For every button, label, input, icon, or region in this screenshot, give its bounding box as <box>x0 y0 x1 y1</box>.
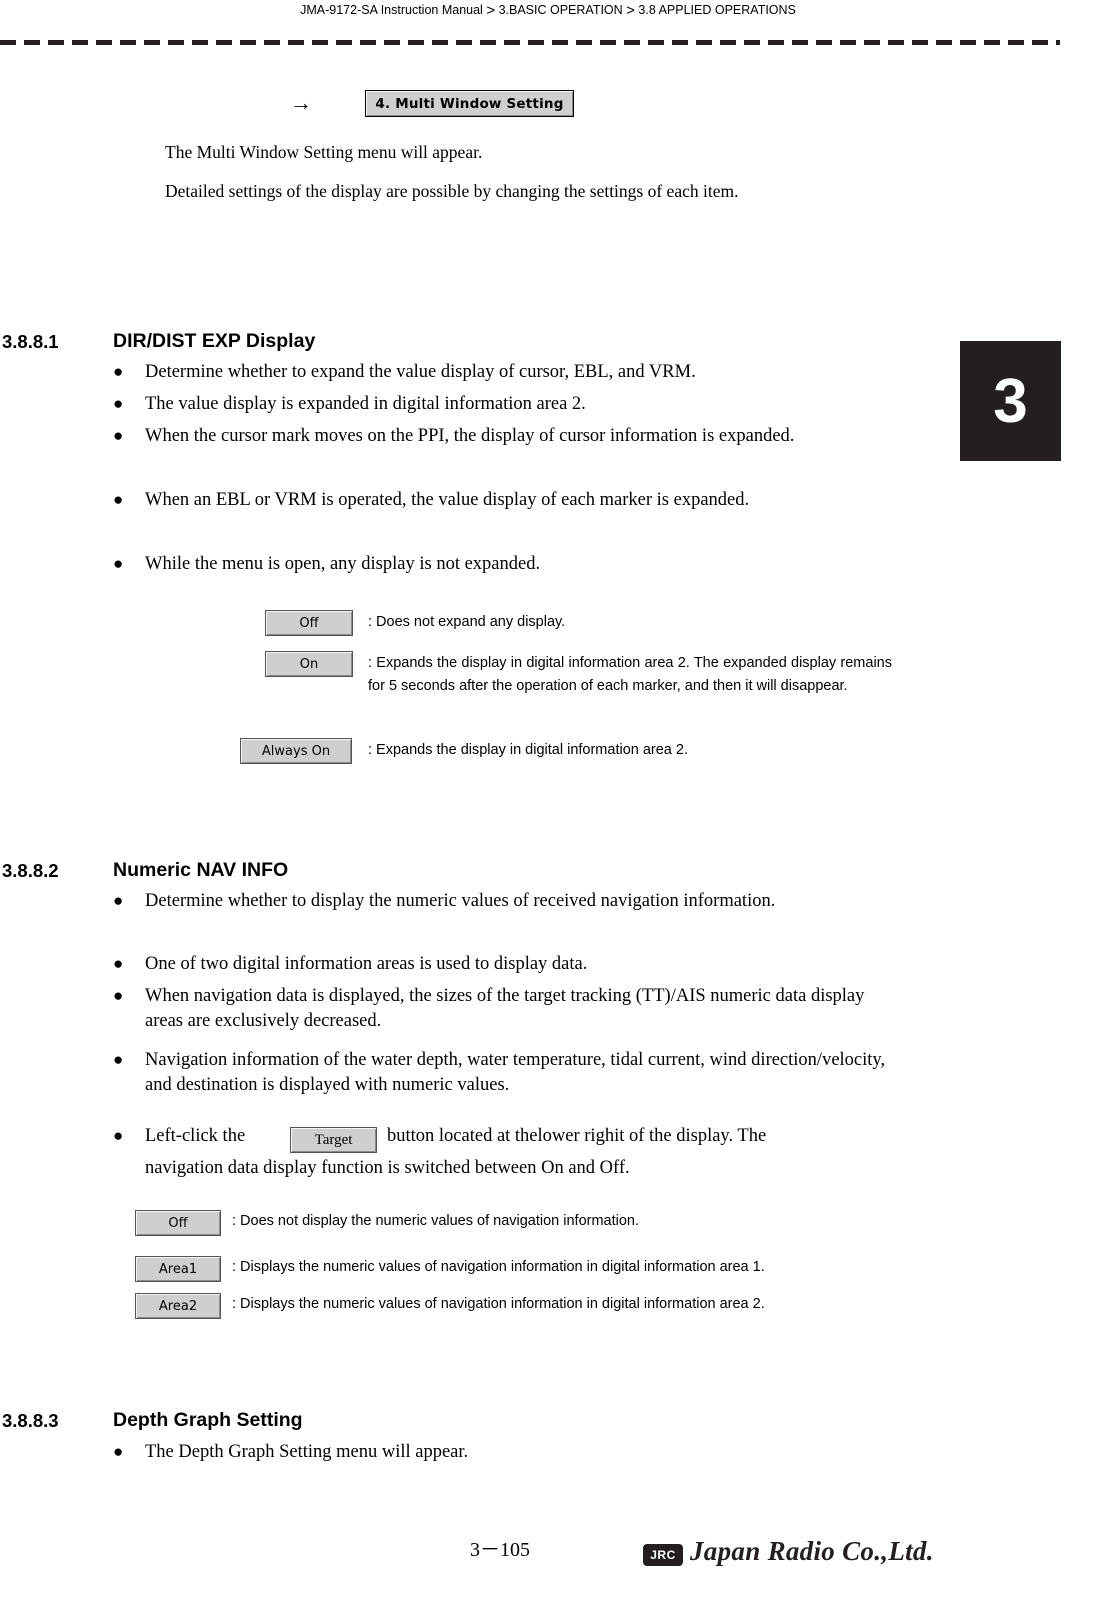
section-2-bullet-5-post: button located at thelower righit of the… <box>387 1124 907 1149</box>
bullet-dot: ● <box>113 426 124 445</box>
bullet-dot: ● <box>113 394 124 413</box>
bullet-text: While the menu is open, any display is n… <box>145 554 541 574</box>
nav-option-key-off[interactable]: Off <box>135 1210 221 1236</box>
chapter-tab: 3 <box>960 341 1061 461</box>
option-desc-off: : Does not expand any display. <box>368 614 566 630</box>
nav-option-desc-off: : Does not display the numeric values of… <box>232 1213 640 1229</box>
bullet-text: Determine whether to expand the value di… <box>145 362 696 382</box>
section-3-number: 3.8.8.3 <box>2 1410 59 1431</box>
option-key-off[interactable]: Off <box>265 610 353 636</box>
bullet-dot: ● <box>113 1126 124 1145</box>
breadcrumb-separator-1: > <box>486 2 496 19</box>
target-button[interactable]: Target <box>290 1127 377 1153</box>
section-2-bullet-3: ● When navigation data is displayed, the… <box>113 984 903 1034</box>
section-2-title: Numeric NAV INFO <box>113 859 289 881</box>
breadcrumb-section: 3.8 APPLIED OPERATIONS <box>638 3 796 17</box>
bullet-text-line2: navigation data display function is swit… <box>145 1158 630 1178</box>
breadcrumb-separator-2: > <box>626 2 635 19</box>
bullet-text: The value display is expanded in digital… <box>145 394 586 414</box>
section-3-title: Depth Graph Setting <box>113 1409 303 1431</box>
section-1-bullet-5: ● While the menu is open, any display is… <box>113 552 913 577</box>
nav-option-desc-area2: : Displays the numeric values of navigat… <box>232 1296 765 1312</box>
nav-option-key-area1[interactable]: Area1 <box>135 1256 221 1282</box>
bullet-dot: ● <box>113 1050 124 1069</box>
nav-option-desc-area1: : Displays the numeric values of navigat… <box>232 1259 765 1275</box>
header-dashed-rule <box>0 40 1060 45</box>
bullet-dot: ● <box>113 891 124 910</box>
bullet-dot: ● <box>113 986 124 1005</box>
bullet-text: One of two digital information areas is … <box>145 954 588 974</box>
section-1-bullet-4: ● When an EBL or VRM is operated, the va… <box>113 488 893 513</box>
section-1-bullet-2: ● The value display is expanded in digit… <box>113 392 923 417</box>
option-desc-always-on: : Expands the display in digital informa… <box>368 742 688 758</box>
bullet-text: When the cursor mark moves on the PPI, t… <box>145 426 795 446</box>
section-1-bullet-3: ● When the cursor mark moves on the PPI,… <box>113 424 913 449</box>
bullet-text: When navigation data is displayed, the s… <box>145 986 865 1031</box>
option-desc-on: : Expands the display in digital informa… <box>368 655 892 694</box>
bullet-text: When an EBL or VRM is operated, the valu… <box>145 490 750 510</box>
intro-line-1: The Multi Window Setting menu will appea… <box>165 142 483 162</box>
option-key-always-on[interactable]: Always On <box>240 738 352 764</box>
section-2-bullet-1: ● Determine whether to display the numer… <box>113 889 873 914</box>
bullet-dot: ● <box>113 362 124 381</box>
intro-line-2: Detailed settings of the display are pos… <box>165 181 739 201</box>
section-2-number: 3.8.8.2 <box>2 860 59 881</box>
breadcrumb-chapter: 3.BASIC OPERATION <box>498 3 623 17</box>
bullet-dot: ● <box>113 954 124 973</box>
section-3-bullet-1: ● The Depth Graph Setting menu will appe… <box>113 1440 913 1465</box>
section-1-title: DIR/DIST EXP Display <box>113 330 316 352</box>
bullet-dot: ● <box>113 490 124 509</box>
bullet-dot: ● <box>113 1442 124 1461</box>
bullet-dot: ● <box>113 554 124 573</box>
jrc-logo-badge: JRC <box>643 1544 683 1566</box>
bullet-text: The Depth Graph Setting menu will appear… <box>145 1442 469 1462</box>
section-1-bullet-1: ● Determine whether to expand the value … <box>113 360 923 385</box>
nav-option-key-area2[interactable]: Area2 <box>135 1293 221 1319</box>
breadcrumb: JMA-9172-SA Instruction Manual > 3.BASIC… <box>0 2 1096 19</box>
bullet-text-pre: Left-click the <box>145 1126 246 1146</box>
section-1-number: 3.8.8.1 <box>2 331 59 352</box>
section-2-bullet-2: ● One of two digital information areas i… <box>113 952 923 977</box>
section-2-bullet-5-line2: navigation data display function is swit… <box>145 1156 945 1181</box>
bullet-text: Navigation information of the water dept… <box>145 1050 886 1095</box>
multi-window-setting-button[interactable]: 4. Multi Window Setting <box>365 90 574 117</box>
option-key-on[interactable]: On <box>265 651 353 677</box>
company-name: Japan Radio Co.,Ltd. <box>690 1536 934 1566</box>
breadcrumb-manual: JMA-9172-SA Instruction Manual <box>300 3 483 17</box>
bullet-text-post: button located at thelower righit of the… <box>387 1126 767 1146</box>
page-header: JMA-9172-SA Instruction Manual > 3.BASIC… <box>0 0 1096 45</box>
bullet-text: Determine whether to display the numeric… <box>145 891 776 911</box>
section-2-bullet-4: ● Navigation information of the water de… <box>113 1048 913 1098</box>
arrow-icon: → <box>290 90 312 115</box>
